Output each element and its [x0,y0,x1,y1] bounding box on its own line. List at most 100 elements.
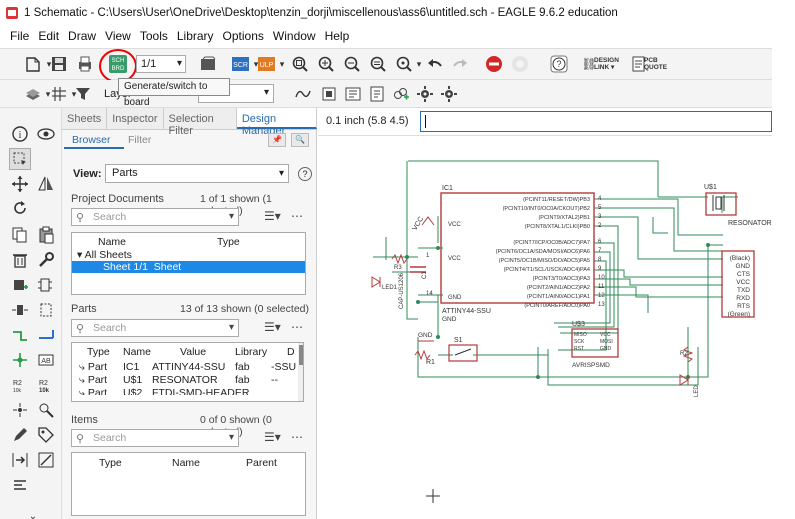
add-net-icon[interactable] [390,83,412,105]
label-icon[interactable]: AB [35,349,57,371]
menu-view[interactable]: View [105,29,131,43]
more-options-icon[interactable]: ⋯ [291,320,303,334]
parts-search[interactable]: ⚲ Search ▾ [71,319,239,337]
rotate-icon[interactable] [9,197,31,219]
tab-inspector[interactable]: Inspector [107,108,164,129]
wrench-icon[interactable] [35,249,57,271]
align-icon[interactable] [9,474,31,496]
col-name[interactable]: Name [98,236,126,248]
col-name[interactable]: Name [123,346,151,358]
invoke-icon[interactable] [318,83,340,105]
zoom-in-icon[interactable] [315,53,337,75]
tab-sheets[interactable]: Sheets [62,108,108,129]
gate-swap-icon[interactable] [342,83,364,105]
mirror-icon[interactable] [35,173,57,195]
chevron-down-icon[interactable]: ▾ [229,320,234,336]
delete-icon[interactable] [9,249,31,271]
menu-tools[interactable]: Tools [140,29,168,43]
menu-edit[interactable]: Edit [38,29,59,43]
split-icon[interactable] [9,399,31,421]
col-name[interactable]: Name [172,457,200,469]
list-view-icon[interactable]: ☰▾ [264,430,281,444]
show-icon[interactable] [35,123,57,145]
info-icon[interactable]: i [9,123,31,145]
pin-panel-icon[interactable]: 📌 [268,133,286,147]
gear-settings-icon[interactable] [438,83,460,105]
tag-icon[interactable] [35,424,57,446]
tab-selection-filter[interactable]: Selection Filter [164,108,237,137]
line-draw-icon[interactable] [35,449,57,471]
chevron-down-icon[interactable]: ▾ [229,209,234,225]
more-options-icon[interactable]: ⋯ [291,209,303,223]
parts-scrollbar[interactable] [298,343,303,401]
col-type[interactable]: Type [99,457,122,469]
project-docs-search[interactable]: ⚲ Search ▾ [71,208,239,226]
col-value[interactable]: Value [180,346,206,358]
items-search[interactable]: ⚲ Search ▾ [71,429,239,447]
move-icon[interactable] [9,173,31,195]
avrisp-symbol[interactable]: U$3 AVRISPSMD MISO SCK RST VCC MOSI GND [571,321,619,369]
value-tool-icon[interactable]: R2 10k [35,374,57,396]
zoom-fit-icon[interactable] [289,53,311,75]
subtab-browser[interactable]: Browser [72,134,111,146]
menu-options[interactable]: Options [223,29,264,43]
design-link-label[interactable]: DESIGN LINK ▾ [594,57,619,71]
table-row[interactable]: ⤷ Part [79,361,107,374]
replace-part-icon[interactable] [366,83,388,105]
view-help-icon[interactable]: ? [298,167,312,181]
junction-icon[interactable] [9,349,31,371]
name-icon[interactable]: R2 10k [9,374,31,396]
pcb-quote-label[interactable]: PCB QUOTE [644,57,667,71]
save-icon[interactable] [48,53,70,75]
add-part-icon[interactable] [9,274,31,296]
ftdi-header-symbol[interactable]: (Black) GND CTS VCC TXD RXD RTS (Green) [721,250,755,318]
value-icon[interactable] [35,299,57,321]
led2-symbol[interactable]: LED [679,374,700,397]
print-icon[interactable] [74,53,96,75]
switch-s1-symbol[interactable]: S1 [448,337,478,362]
gear-icon[interactable] [414,83,436,105]
net-icon[interactable] [9,324,31,346]
col-library[interactable]: Library [235,346,267,358]
more-options-icon[interactable]: ⋯ [291,430,303,444]
paste-icon[interactable] [35,224,57,246]
menu-draw[interactable]: Draw [68,29,96,43]
select-tool-icon[interactable] [9,148,31,170]
subtab-filter[interactable]: Filter [128,134,151,146]
arrow-in-icon[interactable] [9,449,31,471]
help-icon[interactable]: ? [548,53,570,75]
col-parent[interactable]: Parent [246,457,277,469]
sheet-selector[interactable]: 1/1 [136,55,186,73]
redo-icon[interactable] [449,53,471,75]
attribute-icon[interactable] [35,399,57,421]
zoom-redraw-icon[interactable] [367,53,389,75]
zoom-out-icon[interactable] [341,53,363,75]
menu-file[interactable]: File [10,29,29,43]
ic1-symbol[interactable]: IC1 ATTINY44-SSU VCC VCC GND 1 14 (PCINT… [426,185,605,315]
wire-style-icon[interactable] [292,83,314,105]
list-view-icon[interactable]: ☰▾ [264,320,281,334]
go-icon[interactable] [509,53,531,75]
led1-symbol[interactable]: LED1 [371,276,398,291]
cam-icon[interactable] [197,53,219,75]
menu-library[interactable]: Library [177,29,214,43]
stop-icon[interactable] [483,53,505,75]
resonator-symbol[interactable]: U$1 RESONATOR [704,184,772,227]
copy-icon[interactable] [9,224,31,246]
tree-group-all-sheets[interactable]: ▾ All Sheets [77,249,132,261]
col-d[interactable]: D [287,346,295,358]
pinswap-icon[interactable] [35,274,57,296]
menu-window[interactable]: Window [273,29,316,43]
col-type[interactable]: Type [217,236,240,248]
tab-design-manager[interactable]: Design Manager [236,108,317,137]
table-row[interactable]: ⤷ Part [79,374,107,387]
view-select[interactable]: Parts [105,164,289,183]
list-view-icon[interactable]: ☰▾ [264,209,281,223]
filter-icon[interactable] [72,83,94,105]
menu-help[interactable]: Help [325,29,350,43]
smash-icon[interactable] [9,299,31,321]
more-tools-chevron-icon[interactable]: ⌄ [22,505,44,519]
col-type[interactable]: Type [87,346,110,358]
capacitor-symbol[interactable]: CAP-US1206 C1 [399,266,428,309]
chevron-down-icon[interactable]: ▾ [229,430,234,446]
